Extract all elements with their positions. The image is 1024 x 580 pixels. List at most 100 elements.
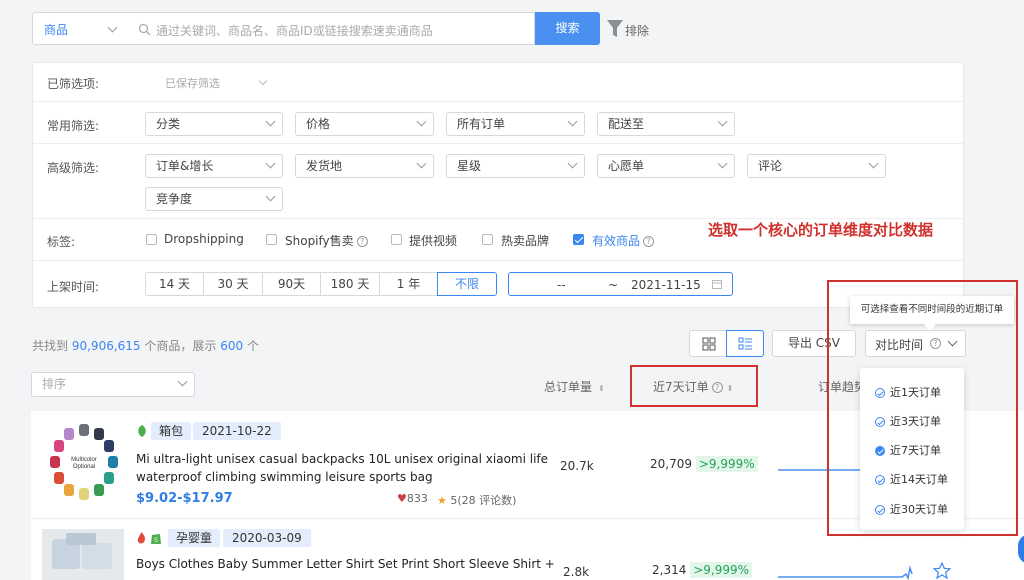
range-14d[interactable]: 14 天 xyxy=(145,272,204,296)
annotation-text: 选取一个核心的订单维度对比数据 xyxy=(708,221,934,239)
tag-valid-product-text: 有效商品 xyxy=(592,234,641,248)
chevron-down-icon xyxy=(107,22,118,33)
divider xyxy=(32,143,964,144)
tag-hot-brand-label[interactable]: 热卖品牌 xyxy=(501,232,549,249)
filter-reviews[interactable]: 评论 xyxy=(747,154,886,178)
chevron-down-icon xyxy=(265,191,276,202)
divider xyxy=(32,260,964,261)
date-badge: 2020-03-09 xyxy=(223,529,311,547)
filter-competition-label: 竞争度 xyxy=(156,192,193,206)
filter-ship-from-label: 发货地 xyxy=(306,159,343,173)
chevron-down-icon xyxy=(717,116,728,127)
fire-icon xyxy=(137,532,146,544)
range-90d[interactable]: 90天 xyxy=(262,272,321,296)
date-from: -- xyxy=(557,278,566,292)
filter-category[interactable]: 分类 xyxy=(145,112,283,136)
svg-text:S: S xyxy=(154,538,158,544)
list-view-toggle[interactable] xyxy=(726,330,764,357)
filter-ship-from[interactable]: 发货地 xyxy=(295,154,434,178)
tag-shopify-label[interactable]: Shopify售卖? xyxy=(285,232,368,249)
chevron-down-icon xyxy=(567,116,578,127)
range-unlimited[interactable]: 不限 xyxy=(437,272,497,296)
filter-price[interactable]: 价格 xyxy=(295,112,434,136)
chevron-down-icon xyxy=(416,116,427,127)
selected-filters-label: 已筛选项: xyxy=(47,77,100,91)
filter-wishlist-label: 心愿单 xyxy=(608,159,645,173)
chevron-down-icon xyxy=(258,76,268,86)
category-badge[interactable]: 孕婴童 xyxy=(168,529,221,547)
recent-orders-cell: 2,314 >9,999% xyxy=(652,562,752,578)
col-total-orders[interactable]: 总订单量 ⬍ xyxy=(544,378,605,395)
total-orders-value: 2.8k xyxy=(563,565,590,579)
order-trend-sparkline xyxy=(778,565,913,580)
thumb-text-1: Multicolor xyxy=(71,457,97,463)
grid-icon xyxy=(702,337,716,351)
saved-filters-dropdown[interactable]: 已保存筛选 xyxy=(165,75,268,91)
filter-rating[interactable]: 星级 xyxy=(446,154,585,178)
col-total-orders-label: 总订单量 xyxy=(544,380,593,394)
tag-dropshipping-checkbox[interactable] xyxy=(146,234,157,245)
sort-icon: ⬍ xyxy=(598,384,605,393)
filter-orders[interactable]: 所有订单 xyxy=(446,112,585,136)
filter-competition[interactable]: 竞争度 xyxy=(145,187,283,211)
help-icon[interactable]: ? xyxy=(356,236,368,247)
product-title[interactable]: Boys Clothes Baby Summer Letter Shirt Se… xyxy=(136,557,555,571)
product-title[interactable]: Mi ultra-light unisex casual backpacks 1… xyxy=(136,450,548,486)
chevron-down-icon xyxy=(265,116,276,127)
filter-orders-label: 所有订单 xyxy=(457,117,506,131)
tag-dropshipping-label[interactable]: Dropshipping xyxy=(164,232,244,246)
results-suffix: 个 xyxy=(246,339,259,353)
date-range-picker[interactable]: -- ~ 2021-11-15 xyxy=(508,272,733,296)
search-input[interactable]: 通过关键词、商品名、商品ID或链接搜索速卖通商品 xyxy=(128,12,535,45)
filter-orders-growth[interactable]: 订单&增长 xyxy=(145,154,283,178)
tag-shopify-checkbox[interactable] xyxy=(266,234,277,245)
rating: ★ 5(28 评论数) xyxy=(437,492,516,508)
filter-funnel-icon[interactable] xyxy=(606,19,624,39)
product-title-line2: waterproof climbing swimming leisure spo… xyxy=(136,470,433,484)
filter-price-label: 价格 xyxy=(306,117,331,131)
chevron-down-icon xyxy=(265,158,276,169)
shopify-icon: S xyxy=(151,534,161,544)
grid-view-toggle[interactable] xyxy=(689,330,727,357)
sort-placeholder: 排序 xyxy=(42,377,67,391)
search-category-select[interactable]: 商品 xyxy=(32,12,129,45)
product-thumbnail[interactable]: Multicolor Optional xyxy=(42,420,126,504)
total-orders-value: 20.7k xyxy=(560,459,594,473)
search-button[interactable]: 搜索 xyxy=(535,12,600,45)
tag-video-checkbox[interactable] xyxy=(391,234,402,245)
tag-valid-product-label[interactable]: 有效商品? xyxy=(592,232,655,249)
growth-badge: >9,999% xyxy=(695,456,758,472)
highlight-compare-panel xyxy=(827,280,1018,536)
search-category-value: 商品 xyxy=(44,23,69,37)
exclude-label[interactable]: 排除 xyxy=(625,22,649,39)
range-1y[interactable]: 1 年 xyxy=(379,272,438,296)
filter-category-label: 分类 xyxy=(156,117,181,131)
date-badge: 2021-10-22 xyxy=(193,422,281,440)
filter-orders-growth-label: 订单&增长 xyxy=(156,159,214,173)
help-icon[interactable]: ? xyxy=(643,236,655,247)
recent-orders-cell: 20,709 >9,999% xyxy=(650,456,758,472)
product-thumbnail[interactable] xyxy=(42,529,124,580)
tag-valid-product-checkbox[interactable] xyxy=(573,234,584,245)
wishlist-value: 833 xyxy=(406,492,428,505)
results-prefix: 共找到 xyxy=(32,339,69,353)
advanced-filters-label: 高级筛选: xyxy=(47,161,100,175)
product-price: $9.02-$17.97 xyxy=(136,491,233,506)
results-total: 90,906,615 xyxy=(71,339,141,353)
star-favorite-icon[interactable] xyxy=(933,562,951,580)
filter-wishlist[interactable]: 心愿单 xyxy=(597,154,735,178)
results-summary: 共找到 90,906,615 个商品，展示 600 个 xyxy=(32,337,259,354)
category-badge[interactable]: 箱包 xyxy=(151,422,192,440)
range-30d[interactable]: 30 天 xyxy=(203,272,263,296)
tag-hot-brand-checkbox[interactable] xyxy=(482,234,493,245)
chevron-down-icon xyxy=(717,158,728,169)
range-180d[interactable]: 180 天 xyxy=(320,272,380,296)
tag-video-label[interactable]: 提供视频 xyxy=(409,232,457,249)
sort-dropdown[interactable]: 排序 xyxy=(31,372,195,397)
filter-rating-label: 星级 xyxy=(457,159,482,173)
rating-value: 5(28 评论数) xyxy=(450,494,517,507)
results-shown: 600 xyxy=(220,339,244,353)
chevron-down-icon xyxy=(868,158,879,169)
listing-time-label: 上架时间: xyxy=(47,280,100,294)
filter-ship-to[interactable]: 配送至 xyxy=(597,112,735,136)
